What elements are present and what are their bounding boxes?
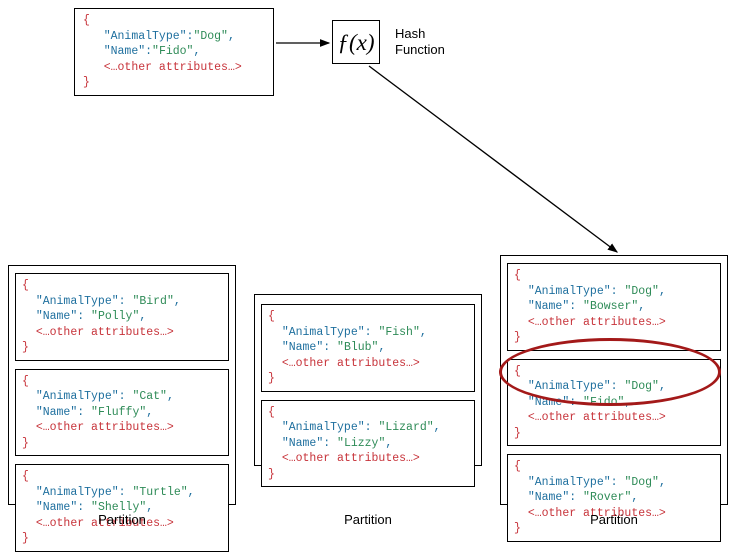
hash-label-line1: Hash bbox=[395, 26, 445, 42]
arrow-hash-to-partition3 bbox=[365, 62, 635, 262]
partition-1: { "AnimalType": "Bird", "Name": "Polly",… bbox=[8, 265, 236, 505]
val-name: "Fido" bbox=[152, 45, 193, 58]
record-highlighted: { "AnimalType": "Dog", "Name": "Fido", <… bbox=[507, 359, 721, 447]
record: { "AnimalType": "Dog", "Name": "Bowser",… bbox=[507, 263, 721, 351]
other-attrs: <…other attributes…> bbox=[104, 61, 242, 74]
partition-2-label: Partition bbox=[328, 512, 408, 527]
arrow-input-to-hash bbox=[274, 34, 334, 54]
val-animaltype: "Dog" bbox=[193, 30, 228, 43]
partition-3-label: Partition bbox=[574, 512, 654, 527]
partition-3: { "AnimalType": "Dog", "Name": "Bowser",… bbox=[500, 255, 728, 505]
record: { "AnimalType": "Fish", "Name": "Blub", … bbox=[261, 304, 475, 392]
hash-function-label: Hash Function bbox=[395, 26, 445, 59]
key-animaltype: "AnimalType" bbox=[104, 30, 187, 43]
record: { "AnimalType": "Cat", "Name": "Fluffy",… bbox=[15, 369, 229, 457]
partition-2: { "AnimalType": "Fish", "Name": "Blub", … bbox=[254, 294, 482, 466]
input-record: { "AnimalType":"Dog", "Name":"Fido", <…o… bbox=[74, 8, 274, 96]
hash-label-line2: Function bbox=[395, 42, 445, 58]
hash-function-symbol: ƒ(x) bbox=[337, 30, 374, 55]
record: { "AnimalType": "Dog", "Name": "Rover", … bbox=[507, 454, 721, 542]
partition-1-label: Partition bbox=[82, 512, 162, 527]
hash-function-box: ƒ(x) bbox=[332, 20, 380, 64]
key-name: "Name" bbox=[104, 45, 145, 58]
record: { "AnimalType": "Lizard", "Name": "Lizzy… bbox=[261, 400, 475, 488]
record: { "AnimalType": "Turtle", "Name": "Shell… bbox=[15, 464, 229, 552]
record: { "AnimalType": "Bird", "Name": "Polly",… bbox=[15, 273, 229, 361]
